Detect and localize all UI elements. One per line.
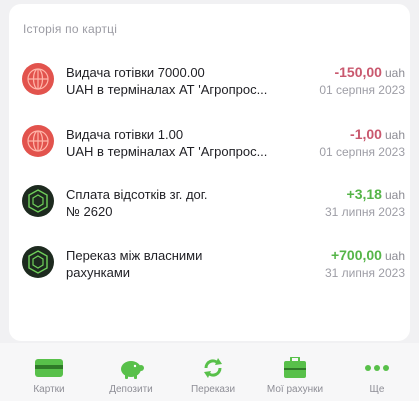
transaction-currency: uah <box>384 128 405 142</box>
transaction-date: 31 липня 2023 <box>324 205 405 219</box>
tab-my-accounts-label: Мої рахунки <box>266 384 324 395</box>
transaction-row[interactable]: Переказ між власними рахунками +700,00 ua… <box>9 238 410 286</box>
piggy-bank-icon <box>121 361 144 379</box>
transaction-row[interactable]: Видача готівки 1.00 UAH в терміналах АТ … <box>9 117 410 165</box>
transaction-amount: -150,00 uah <box>334 64 405 82</box>
briefcase-icon <box>284 357 306 378</box>
transaction-description-line2: UAH в терміналах АТ 'Агропрос... <box>66 144 268 159</box>
transaction-amount: -1,00 uah <box>350 126 405 144</box>
transaction-description-line1: Видача готівки 1.00 <box>66 127 184 142</box>
transaction-description-line1: Сплата відсотків зг. дог. <box>66 187 208 202</box>
transaction-description: Видача готівки 7000.00 UAH в терміналах … <box>66 64 296 98</box>
tab-cards[interactable]: Картки <box>9 343 89 401</box>
bottom-tab-bar: Картки Депозити Перекази Мої рахунки Ще <box>0 343 419 401</box>
tab-my-accounts[interactable]: Мої рахунки <box>255 343 335 401</box>
tab-more-label: Ще <box>369 384 385 395</box>
atm-globe-icon <box>22 125 54 157</box>
transaction-currency: uah <box>384 188 405 202</box>
tab-deposits-label: Депозити <box>109 384 153 395</box>
transaction-description: Видача готівки 1.00 UAH в терміналах АТ … <box>66 126 296 160</box>
transaction-currency: uah <box>384 66 405 80</box>
atm-globe-icon <box>22 63 54 95</box>
tab-cards-label: Картки <box>33 384 65 395</box>
transaction-description: Сплата відсотків зг. дог. № 2620 <box>66 186 296 220</box>
card-icon <box>35 359 63 377</box>
transfer-shield-icon <box>22 246 54 278</box>
transaction-amount-value: +3,18 <box>346 186 382 202</box>
transfer-arrows-icon <box>204 358 222 378</box>
transaction-amount: +700,00 uah <box>331 247 405 265</box>
transaction-amount-value: -150,00 <box>334 64 382 80</box>
card-history-panel: Історія по картці Видача готівки 7000.00… <box>9 4 410 341</box>
transaction-amount: +3,18 uah <box>347 186 405 204</box>
transaction-description-line2: рахунками <box>66 265 131 280</box>
transaction-row[interactable]: Сплата відсотків зг. дог. № 2620 +3,18 ua… <box>9 177 410 225</box>
tab-transfers-label: Перекази <box>190 384 236 395</box>
more-dots-icon <box>365 365 389 371</box>
tab-deposits[interactable]: Депозити <box>91 343 171 401</box>
interest-shield-icon <box>22 185 54 217</box>
transaction-amount-value: +700,00 <box>330 247 382 263</box>
transaction-description-line2: № 2620 <box>66 204 113 219</box>
transaction-row[interactable]: Видача готівки 7000.00 UAH в терміналах … <box>9 55 410 103</box>
transaction-description-line1: Видача готівки 7000.00 <box>66 65 205 80</box>
transaction-amount-value: -1,00 <box>350 126 382 142</box>
transaction-date: 31 липня 2023 <box>324 266 405 280</box>
tab-transfers[interactable]: Перекази <box>173 343 253 401</box>
transaction-currency: uah <box>384 249 405 263</box>
section-title: Історія по картці <box>23 22 118 36</box>
transaction-description-line1: Переказ між власними <box>66 248 203 263</box>
transaction-date: 01 серпня 2023 <box>319 145 405 159</box>
transaction-date: 01 серпня 2023 <box>319 83 405 97</box>
transaction-description-line2: UAH в терміналах АТ 'Агропрос... <box>66 82 268 97</box>
tab-more[interactable]: Ще <box>337 343 417 401</box>
transaction-description: Переказ між власними рахунками <box>66 247 296 281</box>
